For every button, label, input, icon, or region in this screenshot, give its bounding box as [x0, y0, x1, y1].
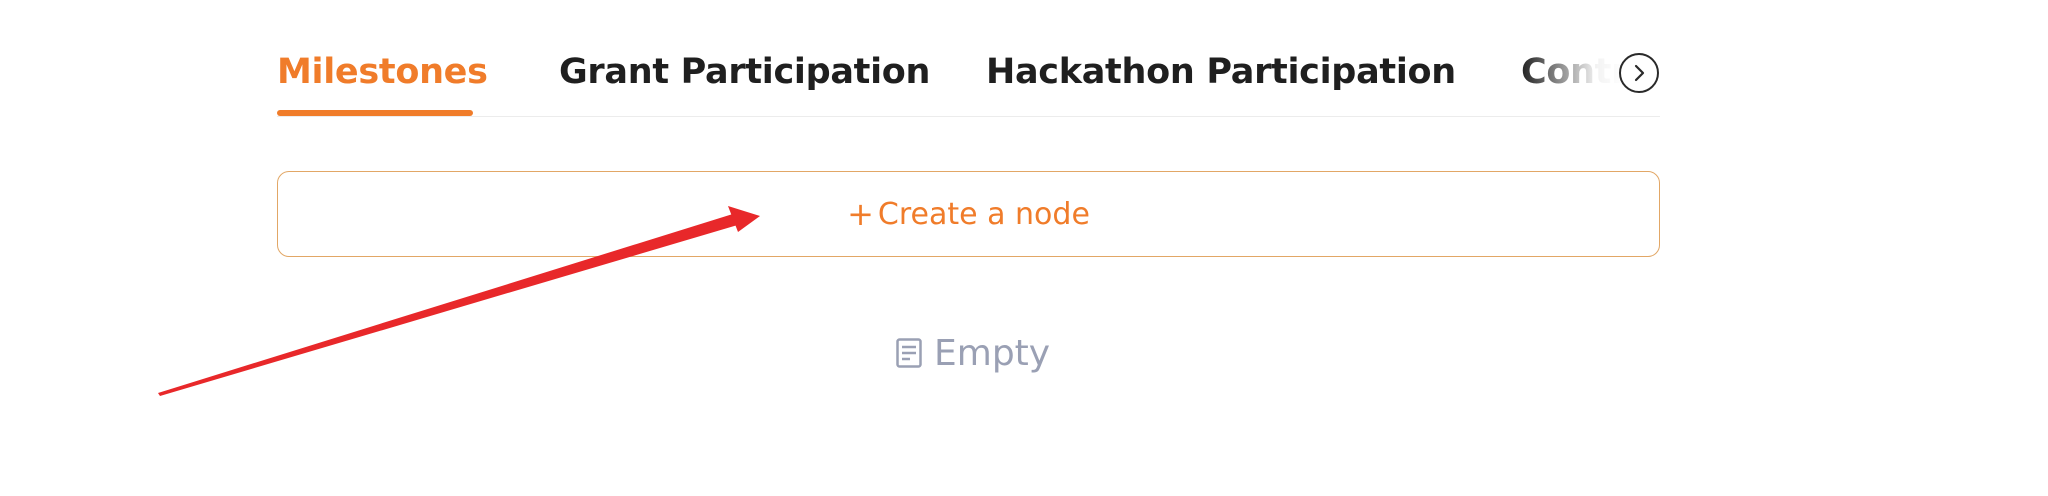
- document-icon: [896, 338, 922, 368]
- empty-state-label: Empty: [934, 332, 1051, 374]
- empty-state: Empty: [896, 328, 1050, 378]
- tab-milestones[interactable]: Milestones: [277, 40, 488, 116]
- active-tab-underline: [277, 110, 473, 116]
- tab-grant-participation[interactable]: Grant Participation: [559, 40, 930, 116]
- create-node-label: Create a node: [877, 196, 1090, 232]
- tab-hackathon-participation-label: Hackathon Participation: [986, 52, 1456, 92]
- page: Milestones Grant Participation Hackathon…: [0, 0, 2048, 496]
- tab-grant-participation-label: Grant Participation: [559, 52, 931, 92]
- tab-bar: Milestones Grant Participation Hackathon…: [277, 40, 1660, 117]
- create-node-button[interactable]: + Create a node: [277, 171, 1660, 257]
- tab-milestones-label: Milestones: [277, 52, 488, 92]
- plus-icon: +: [847, 195, 874, 233]
- chevron-right-icon: [1634, 64, 1645, 82]
- tab-hackathon-participation[interactable]: Hackathon Participation: [986, 40, 1456, 116]
- tab-scroll-next-button[interactable]: [1619, 53, 1659, 93]
